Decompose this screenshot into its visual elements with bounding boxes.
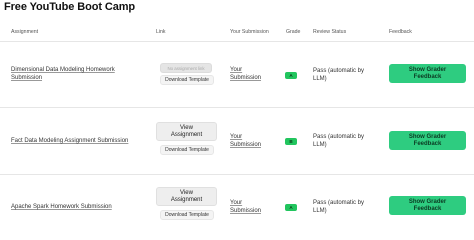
grade-badge: A: [285, 72, 297, 79]
review-status: Pass (automatic by LLM): [313, 134, 365, 149]
table-row: Fact Data Modeling Assignment Submission…: [0, 108, 474, 175]
header-feedback: Feedback: [389, 29, 412, 35]
table-row: Dimensional Data Modeling Homework Submi…: [0, 42, 474, 108]
your-submission-link[interactable]: Your Submission: [230, 133, 261, 150]
header-assignment: Assignment: [11, 29, 39, 35]
assignments-table: Assignment Link Your Submission Grade Re…: [0, 24, 474, 239]
review-status: Pass (automatic by LLM): [313, 68, 365, 83]
download-template-button[interactable]: Download Template: [160, 210, 214, 220]
your-submission-link[interactable]: Your Submission: [230, 199, 261, 216]
view-assignment-button[interactable]: View Assignment: [156, 122, 217, 141]
download-template-button[interactable]: Download Template: [160, 75, 214, 85]
assignment-link[interactable]: Dimensional Data Modeling Homework Submi…: [11, 67, 115, 81]
header-grade: Grade: [286, 29, 301, 35]
header-status: Review Status: [313, 29, 347, 35]
show-grader-feedback-button[interactable]: Show Grader Feedback: [389, 196, 466, 215]
no-assignment-link-button: No assignment link: [160, 63, 212, 73]
assignment-link[interactable]: Fact Data Modeling Assignment Submission: [11, 138, 128, 144]
table-header-row: Assignment Link Your Submission Grade Re…: [0, 24, 474, 42]
view-assignment-button[interactable]: View Assignment: [156, 187, 217, 206]
your-submission-link[interactable]: Your Submission: [230, 66, 261, 83]
page-title: Free YouTube Boot Camp: [4, 1, 136, 13]
review-status: Pass (automatic by LLM): [313, 200, 365, 215]
show-grader-feedback-button[interactable]: Show Grader Feedback: [389, 64, 466, 83]
download-template-button[interactable]: Download Template: [160, 145, 214, 155]
grade-badge: A: [285, 204, 297, 211]
assignment-link[interactable]: Apache Spark Homework Submission: [11, 204, 112, 210]
grade-badge: B: [285, 138, 297, 145]
header-link: Link: [156, 29, 166, 35]
show-grader-feedback-button[interactable]: Show Grader Feedback: [389, 131, 466, 150]
table-row: Apache Spark Homework Submission View Ass…: [0, 175, 474, 239]
header-submission: Your Submission: [230, 29, 269, 35]
